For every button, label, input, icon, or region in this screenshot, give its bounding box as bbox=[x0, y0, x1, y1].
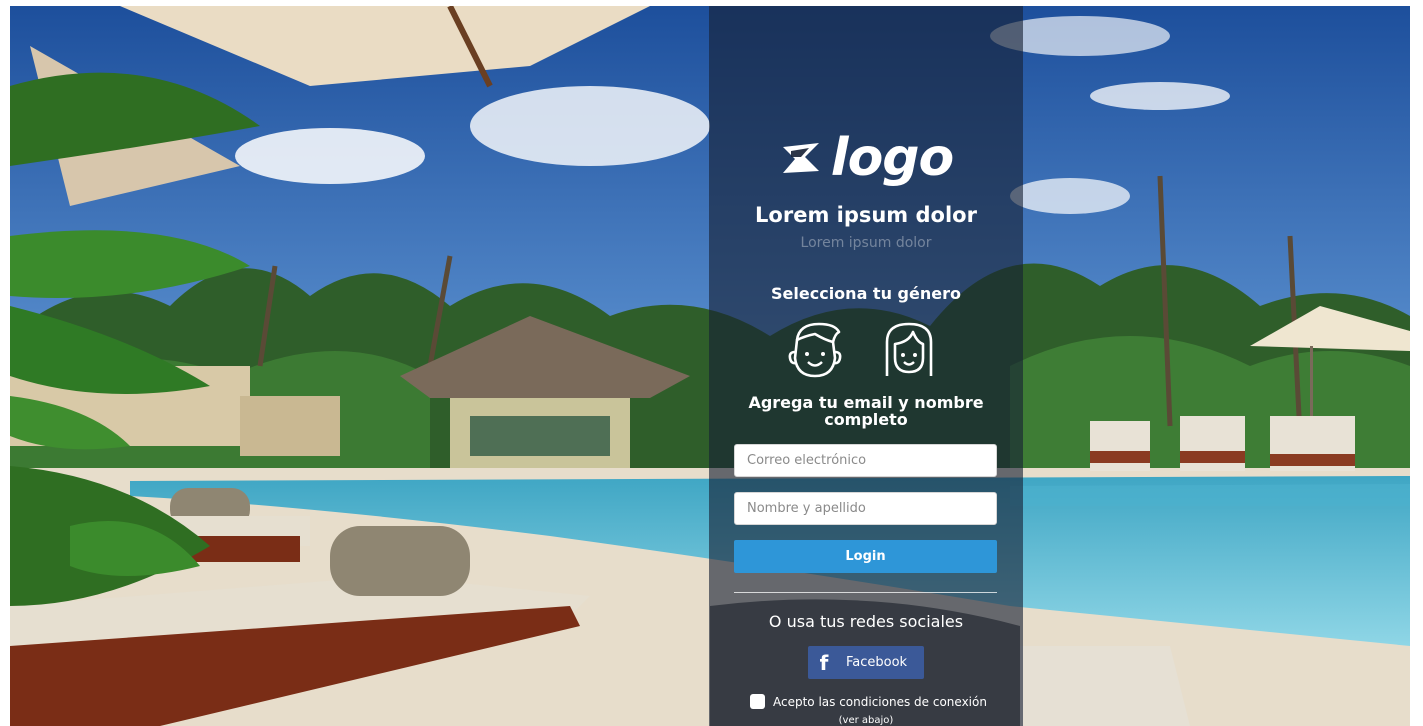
facebook-label: Facebook bbox=[846, 655, 908, 670]
terms-label: Acepto las condiciones de conexión bbox=[773, 695, 987, 709]
form-heading: Agrega tu email y nombre completo bbox=[748, 393, 984, 429]
login-panel: logo Lorem ipsum dolor Lorem ipsum dolor… bbox=[709, 6, 1023, 726]
page-title: Lorem ipsum dolor bbox=[755, 203, 977, 227]
facebook-icon: f bbox=[819, 650, 829, 675]
page-subtitle: Lorem ipsum dolor bbox=[800, 235, 932, 251]
logo-mark-icon bbox=[782, 143, 819, 173]
login-button[interactable]: Login bbox=[734, 540, 997, 573]
terms-checkbox[interactable] bbox=[750, 694, 765, 709]
social-heading: O usa tus redes sociales bbox=[768, 612, 964, 631]
facebook-login-button[interactable]: f Facebook bbox=[808, 646, 924, 679]
gender-option-female[interactable] bbox=[879, 318, 939, 382]
terms-note[interactable]: (ver abajo) bbox=[709, 715, 1023, 726]
gender-option-male[interactable] bbox=[785, 318, 845, 382]
female-face-icon bbox=[885, 322, 933, 376]
logo-text: logo bbox=[830, 128, 954, 188]
full-name-field[interactable] bbox=[734, 492, 997, 525]
email-field[interactable] bbox=[734, 444, 997, 477]
brand-logo: logo bbox=[709, 126, 1023, 190]
gender-heading: Selecciona tu género bbox=[771, 284, 961, 303]
male-face-icon bbox=[788, 322, 842, 378]
divider bbox=[734, 592, 997, 593]
